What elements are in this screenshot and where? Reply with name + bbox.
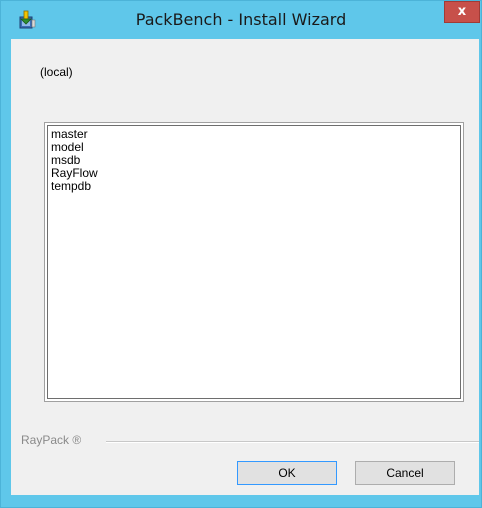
database-list[interactable]: master model msdb RayFlow tempdb xyxy=(47,125,461,399)
footer-divider xyxy=(106,441,479,443)
list-item[interactable]: tempdb xyxy=(51,180,457,193)
list-item[interactable]: RayFlow xyxy=(51,167,457,180)
install-wizard-window: PackBench - Install Wizard x (local) mas… xyxy=(0,0,482,508)
list-item[interactable]: master xyxy=(51,128,457,141)
list-item[interactable]: msdb xyxy=(51,154,457,167)
ok-button[interactable]: OK xyxy=(237,461,337,485)
cancel-button[interactable]: Cancel xyxy=(355,461,455,485)
brand-label: RayPack ® xyxy=(21,433,88,447)
list-item[interactable]: model xyxy=(51,141,457,154)
window-title: PackBench - Install Wizard xyxy=(135,10,347,29)
database-listbox[interactable]: master model msdb RayFlow tempdb xyxy=(44,122,464,402)
dialog-client-area: (local) master model msdb RayFlow tempdb Ray… xyxy=(11,39,479,495)
close-button[interactable]: x xyxy=(444,1,480,23)
server-name-label: (local) xyxy=(40,65,73,79)
title-bar[interactable]: PackBench - Install Wizard x xyxy=(1,1,481,39)
